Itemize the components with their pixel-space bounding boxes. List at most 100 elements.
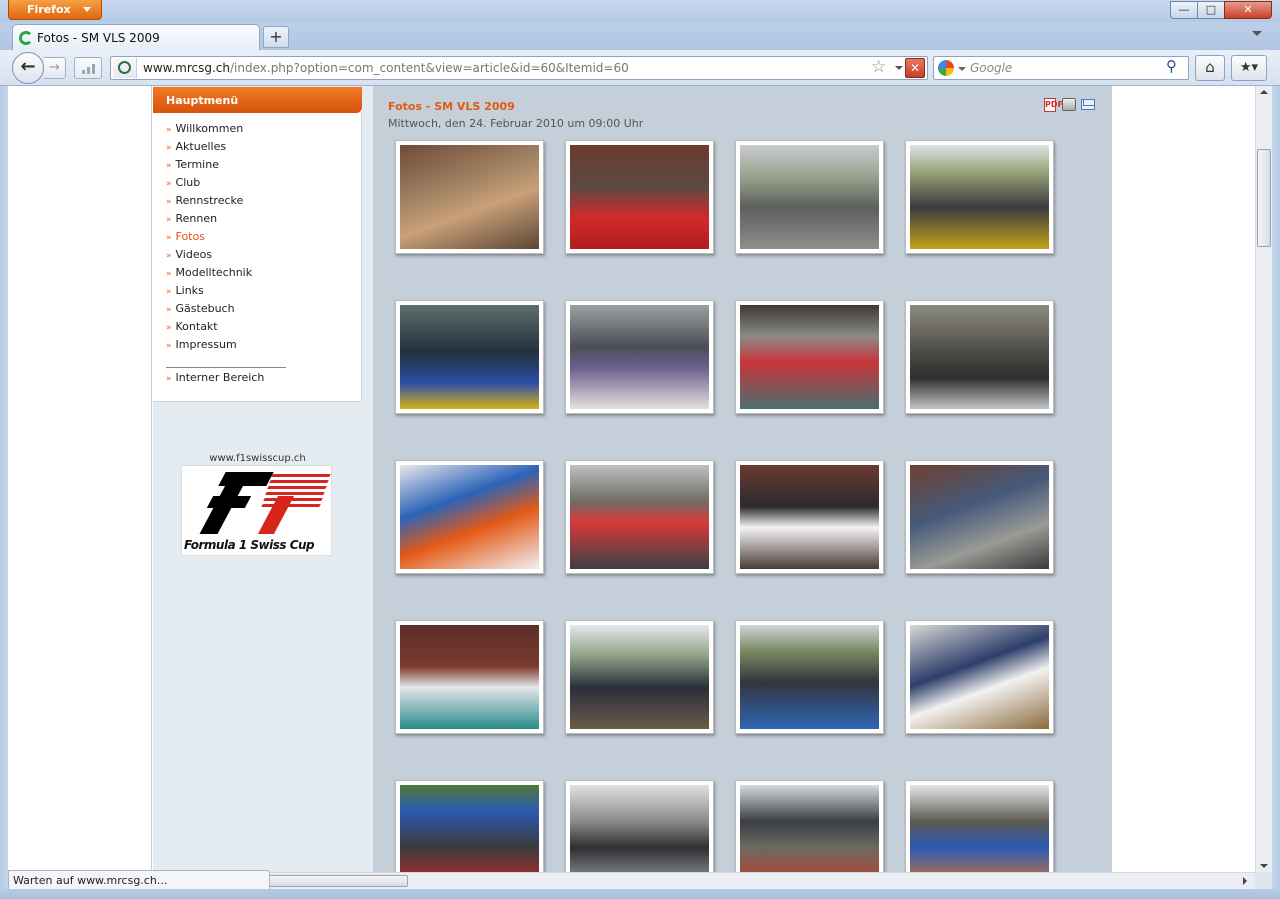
photo-thumbnail[interactable] bbox=[735, 140, 884, 254]
photo-thumbnail[interactable] bbox=[735, 300, 884, 414]
forward-button[interactable]: → bbox=[44, 57, 66, 79]
double-arrow-icon: » bbox=[166, 374, 171, 384]
search-icon[interactable]: ⚲ bbox=[1166, 57, 1177, 75]
sponsor-url[interactable]: www.f1swisscup.ch bbox=[153, 453, 362, 464]
photo-thumbnail[interactable] bbox=[905, 140, 1054, 254]
photo-thumbnail[interactable] bbox=[905, 780, 1054, 872]
double-arrow-icon: » bbox=[166, 341, 171, 351]
photo-thumbnail[interactable] bbox=[395, 780, 544, 872]
double-arrow-icon: » bbox=[166, 233, 171, 243]
pdf-icon[interactable]: PDF bbox=[1044, 98, 1063, 112]
menu-item-rennen[interactable]: » Rennen bbox=[166, 212, 346, 228]
photo-thumbnail[interactable] bbox=[565, 300, 714, 414]
double-arrow-icon: » bbox=[166, 287, 171, 297]
search-bar[interactable]: Google ⚲ bbox=[933, 56, 1189, 80]
photo-thumbnail[interactable] bbox=[565, 140, 714, 254]
menu-item-modelltechnik[interactable]: » Modelltechnik bbox=[166, 266, 346, 282]
tab-list-icon[interactable] bbox=[1252, 31, 1262, 36]
firefox-menu-label: Firefox bbox=[27, 3, 71, 16]
scroll-up-icon[interactable] bbox=[1260, 90, 1268, 94]
menu-divider bbox=[166, 367, 286, 368]
double-arrow-icon: » bbox=[166, 125, 171, 135]
photo-thumbnail[interactable] bbox=[395, 460, 544, 574]
url-text[interactable]: www.mrcsg.ch/index.php?option=com_conten… bbox=[143, 61, 629, 75]
close-window-button[interactable]: ✕ bbox=[1224, 1, 1272, 19]
page-margin-right bbox=[1111, 86, 1255, 872]
window-border-left bbox=[0, 86, 8, 889]
menu-item-gaestebuch[interactable]: » Gästebuch bbox=[166, 302, 346, 318]
scroll-down-icon[interactable] bbox=[1260, 864, 1268, 868]
email-icon[interactable] bbox=[1081, 99, 1095, 110]
signal-icon[interactable] bbox=[74, 57, 102, 79]
main-menu: » Willkommen » Aktuelles » Termine » Club » R… bbox=[153, 113, 362, 402]
double-arrow-icon: » bbox=[166, 305, 171, 315]
photo-thumbnail[interactable] bbox=[395, 140, 544, 254]
photo-thumbnail[interactable] bbox=[905, 460, 1054, 574]
double-arrow-icon: » bbox=[166, 323, 171, 333]
sidebar: Hauptmenü » Willkommen » Aktuelles » Termin… bbox=[153, 86, 373, 872]
photo-thumbnail[interactable] bbox=[735, 460, 884, 574]
url-bar[interactable]: www.mrcsg.ch/index.php?option=com_conten… bbox=[110, 56, 928, 80]
search-engine-dropdown-icon[interactable] bbox=[958, 67, 966, 71]
vertical-scroll-thumb[interactable] bbox=[1257, 149, 1271, 247]
photo-thumbnail[interactable] bbox=[565, 780, 714, 872]
double-arrow-icon: » bbox=[166, 197, 171, 207]
double-arrow-icon: » bbox=[166, 251, 171, 261]
stop-button[interactable]: ✕ bbox=[905, 58, 925, 78]
url-history-dropdown-icon[interactable] bbox=[895, 66, 903, 70]
menu-item-rennstrecke[interactable]: » Rennstrecke bbox=[166, 194, 346, 210]
article-content: Fotos - SM VLS 2009 Mittwoch, den 24. Fe… bbox=[373, 86, 1111, 872]
back-button[interactable]: ← bbox=[12, 52, 44, 84]
loading-icon bbox=[19, 31, 33, 45]
menu-item-kontakt[interactable]: » Kontakt bbox=[166, 320, 346, 336]
menu-item-fotos[interactable]: » Fotos bbox=[166, 230, 346, 246]
minimize-button[interactable]: — bbox=[1170, 1, 1198, 19]
page-margin-left bbox=[8, 86, 152, 872]
vertical-scrollbar[interactable] bbox=[1255, 86, 1272, 872]
double-arrow-icon: » bbox=[166, 179, 171, 189]
status-bar: Warten auf www.mrcsg.ch... bbox=[8, 870, 270, 890]
scroll-right-icon[interactable] bbox=[1243, 877, 1247, 885]
search-input[interactable]: Google bbox=[970, 61, 1012, 75]
page-viewport: Hauptmenü » Willkommen » Aktuelles » Termin… bbox=[8, 86, 1255, 872]
photo-thumbnail[interactable] bbox=[735, 780, 884, 872]
tab-fotos[interactable]: Fotos - SM VLS 2009 bbox=[12, 24, 260, 50]
double-arrow-icon: » bbox=[166, 215, 171, 225]
photo-thumbnail[interactable] bbox=[395, 620, 544, 734]
photo-thumbnail[interactable] bbox=[565, 460, 714, 574]
menu-item-aktuelles[interactable]: » Aktuelles bbox=[166, 140, 346, 156]
menu-item-impressum[interactable]: » Impressum bbox=[166, 338, 346, 354]
site-identity-icon[interactable] bbox=[113, 58, 137, 78]
menu-item-termine[interactable]: » Termine bbox=[166, 158, 346, 174]
double-arrow-icon: » bbox=[166, 143, 171, 153]
menu-item-links[interactable]: » Links bbox=[166, 284, 346, 300]
chevron-down-icon bbox=[83, 7, 91, 12]
photo-thumbnail[interactable] bbox=[565, 620, 714, 734]
sponsor-logo-text: Formula 1 Swiss Cup bbox=[184, 538, 315, 552]
double-arrow-icon: » bbox=[166, 269, 171, 279]
article-date: Mittwoch, den 24. Februar 2010 um 09:00 … bbox=[388, 117, 644, 130]
photo-thumbnail[interactable] bbox=[905, 300, 1054, 414]
home-button[interactable]: ⌂ bbox=[1195, 55, 1225, 81]
tab-title: Fotos - SM VLS 2009 bbox=[37, 31, 160, 45]
tab-strip: Fotos - SM VLS 2009 + bbox=[0, 22, 1280, 50]
print-icon[interactable] bbox=[1062, 98, 1076, 111]
menu-item-club[interactable]: » Club bbox=[166, 176, 346, 192]
google-icon[interactable] bbox=[938, 60, 954, 76]
bookmarks-button[interactable]: ★▾ bbox=[1231, 55, 1267, 81]
menu-item-videos[interactable]: » Videos bbox=[166, 248, 346, 264]
f1-swiss-cup-logo[interactable]: Formula 1 Swiss Cup bbox=[181, 465, 332, 556]
window-titlebar: Firefox — □ ✕ bbox=[0, 0, 1280, 22]
photo-thumbnail[interactable] bbox=[735, 620, 884, 734]
bookmark-star-icon[interactable]: ☆ bbox=[871, 57, 886, 77]
menu-item-willkommen[interactable]: » Willkommen bbox=[166, 122, 346, 138]
photo-thumbnail[interactable] bbox=[395, 300, 544, 414]
navigation-toolbar: ← → www.mrcsg.ch/index.php?option=com_co… bbox=[0, 50, 1280, 86]
new-tab-button[interactable]: + bbox=[263, 26, 289, 48]
photo-thumbnail[interactable] bbox=[905, 620, 1054, 734]
firefox-menu-button[interactable]: Firefox bbox=[8, 0, 102, 20]
article-title[interactable]: Fotos - SM VLS 2009 bbox=[388, 100, 515, 113]
double-arrow-icon: » bbox=[166, 161, 171, 171]
maximize-button[interactable]: □ bbox=[1197, 1, 1225, 19]
menu-item-interner-bereich[interactable]: » Interner Bereich bbox=[166, 371, 346, 387]
